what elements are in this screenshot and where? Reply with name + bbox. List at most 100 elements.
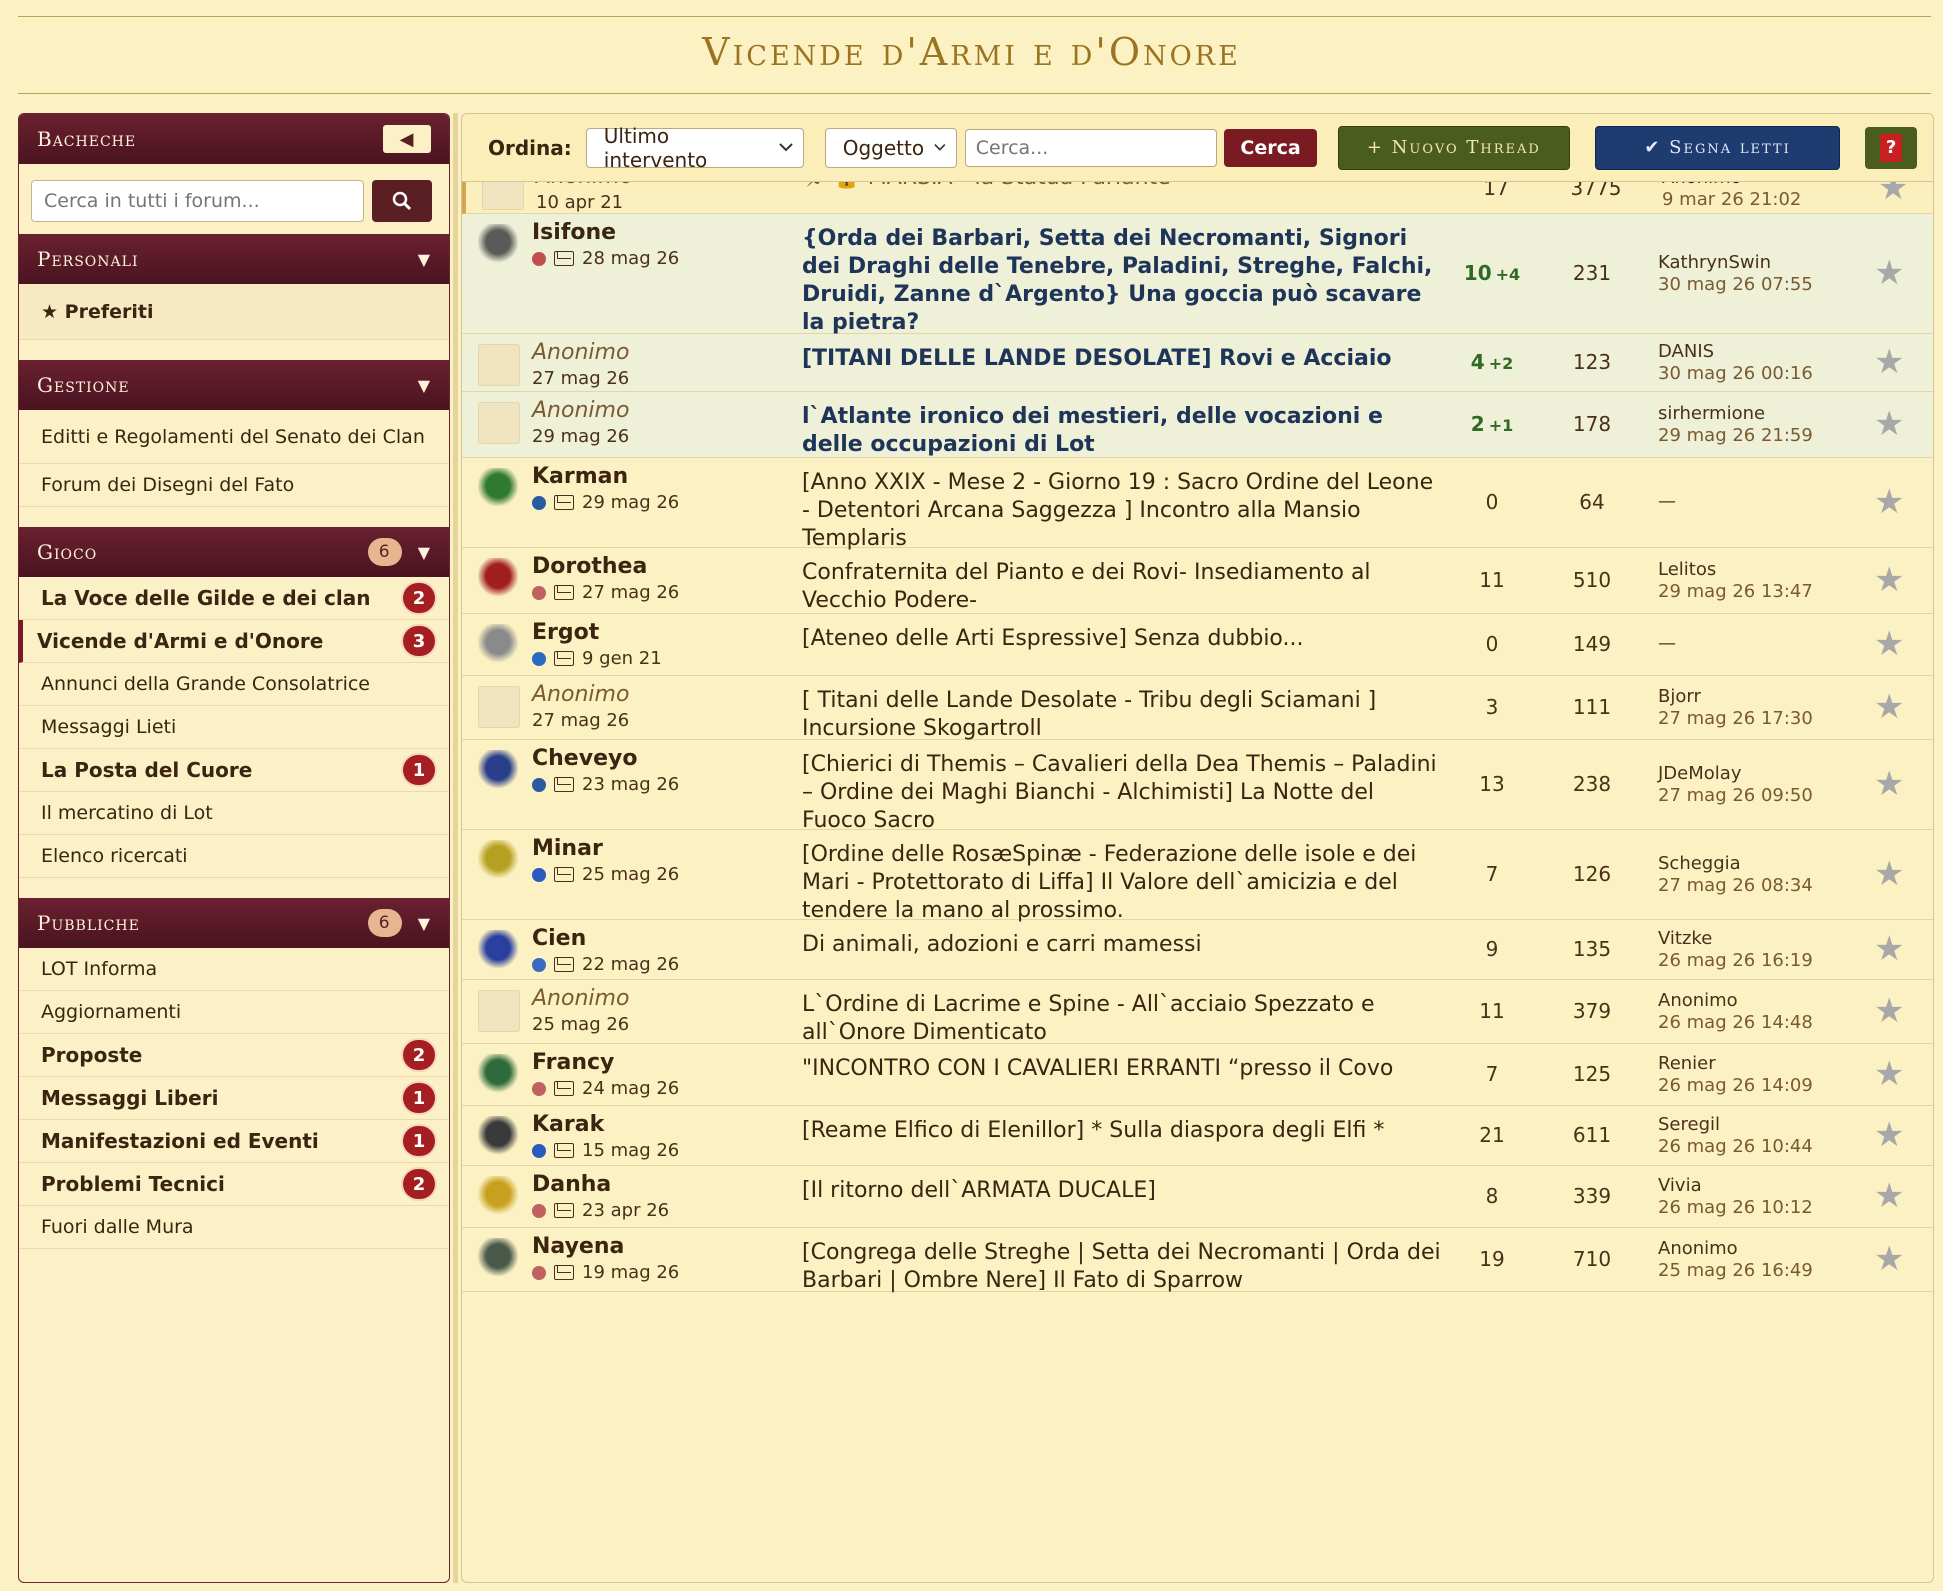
thread-title[interactable]: "INCONTRO CON I CAVALIERI ERRANTI “press… <box>802 1055 1442 1083</box>
thread-row[interactable]: Anonimo 25 mag 26 L`Ordine di Lacrime e Sp… <box>462 980 1933 1045</box>
last-post-user[interactable]: DANIS <box>1658 341 1813 363</box>
thread-author[interactable]: Isifone <box>532 220 616 245</box>
user-avatar[interactable] <box>478 1116 518 1156</box>
mail-icon[interactable] <box>554 585 574 600</box>
thread-title[interactable]: [Reame Elfico di Elenillor] * Sulla dias… <box>802 1117 1442 1145</box>
thread-title[interactable]: [Congrega delle Streghe | Setta dei Necr… <box>802 1239 1442 1295</box>
thread-title[interactable]: [Il ritorno dell`ARMATA DUCALE] <box>802 1177 1442 1205</box>
thread-title[interactable]: [ Titani delle Lande Desolate - Tribu de… <box>802 687 1442 743</box>
favorite-star-icon[interactable]: ★ <box>1874 624 1904 664</box>
collapse-sidebar-button[interactable]: ◀ <box>383 125 431 153</box>
sidebar-item[interactable]: Manifestazioni ed Eventi 1 <box>19 1120 449 1163</box>
user-avatar[interactable] <box>478 224 518 264</box>
sidebar-item[interactable]: Vicende d'Armi e d'Onore 3 <box>19 620 449 663</box>
mail-icon[interactable] <box>554 251 574 266</box>
forum-search-input[interactable] <box>31 180 364 222</box>
last-post-user[interactable]: — <box>1658 491 1676 513</box>
last-post-user[interactable]: Anonimo <box>1662 182 1801 189</box>
last-post-user[interactable]: JDeMolay <box>1658 763 1813 785</box>
user-avatar[interactable] <box>478 1176 518 1216</box>
favorite-star-icon[interactable]: ★ <box>1874 342 1904 382</box>
favorite-star-icon[interactable]: ★ <box>1874 687 1904 727</box>
favorite-star-icon[interactable]: ★ <box>1874 1176 1904 1216</box>
thread-row[interactable]: Anonimo 10 apr 21 🖈 🔒 MARSIA - la Statua P… <box>462 182 1933 214</box>
favorite-star-icon[interactable]: ★ <box>1874 929 1904 969</box>
favorite-star-icon[interactable]: ★ <box>1874 560 1904 600</box>
thread-row[interactable]: Anonimo 27 mag 26 [ Titani delle Lande Des… <box>462 676 1933 743</box>
thread-row[interactable]: Dorothea 27 mag 26 Confraternita del Piant… <box>462 548 1933 614</box>
thread-author[interactable]: Nayena <box>532 1234 624 1259</box>
user-avatar[interactable] <box>478 930 518 970</box>
section-gioco[interactable]: Gioco 6 ▼ <box>19 527 449 577</box>
thread-row[interactable]: Cheveyo 23 mag 26 [Chierici di Themis – Ca… <box>462 740 1933 833</box>
section-pubbliche[interactable]: Pubbliche 6 ▼ <box>19 898 449 948</box>
favorite-star-icon[interactable]: ★ <box>1874 854 1904 894</box>
user-avatar[interactable] <box>478 1054 518 1094</box>
thread-search-input[interactable] <box>964 128 1217 167</box>
sidebar-item[interactable]: Aggiornamenti <box>19 991 449 1034</box>
field-select[interactable]: Oggetto <box>824 127 957 168</box>
thread-row[interactable]: Cien 22 mag 26 Di animali, adozioni e carr… <box>462 920 1933 980</box>
favorite-star-icon[interactable]: ★ <box>1874 1054 1904 1094</box>
last-post-user[interactable]: sirhermione <box>1658 403 1813 425</box>
section-personali[interactable]: Personali ▼ <box>19 234 449 284</box>
sidebar-item[interactable]: Proposte 2 <box>19 1034 449 1077</box>
thread-title[interactable]: {Orda dei Barbari, Setta dei Necromanti,… <box>802 225 1442 337</box>
sidebar-item[interactable]: LOT Informa <box>19 948 449 991</box>
user-avatar[interactable] <box>478 840 518 880</box>
thread-title[interactable]: [Anno XXIX - Mese 2 - Giorno 19 : Sacro … <box>802 469 1442 553</box>
mail-icon[interactable] <box>554 651 574 666</box>
last-post-user[interactable]: Anonimo <box>1658 990 1813 1012</box>
thread-row[interactable]: Karman 29 mag 26 [Anno XXIX - Mese 2 - Gio… <box>462 458 1933 551</box>
thread-author[interactable]: Karak <box>532 1112 604 1137</box>
thread-author[interactable]: Ergot <box>532 620 599 645</box>
thread-title[interactable]: [Chierici di Themis – Cavalieri della De… <box>802 751 1442 835</box>
favorite-star-icon[interactable]: ★ <box>1874 764 1904 804</box>
sidebar-item[interactable]: Problemi Tecnici 2 <box>19 1163 449 1206</box>
last-post-user[interactable]: Vivia <box>1658 1175 1813 1197</box>
thread-title[interactable]: [Ordine delle RosæSpinæ - Federazione de… <box>802 841 1442 925</box>
thread-row[interactable]: Minar 25 mag 26 [Ordine delle RosæSpinæ - … <box>462 830 1933 923</box>
favorite-star-icon[interactable]: ★ <box>1878 182 1908 208</box>
sidebar-item[interactable]: Il mercatino di Lot <box>19 792 449 835</box>
mail-icon[interactable] <box>554 957 574 972</box>
favorite-star-icon[interactable]: ★ <box>1874 253 1904 293</box>
mail-icon[interactable] <box>554 1081 574 1096</box>
thread-row[interactable]: Anonimo 29 mag 26 l`Atlante ironico dei me… <box>462 392 1933 458</box>
mail-icon[interactable] <box>554 495 574 510</box>
thread-author[interactable]: Minar <box>532 836 603 861</box>
sidebar-item[interactable]: La Voce delle Gilde e dei clan 2 <box>19 577 449 620</box>
last-post-user[interactable]: — <box>1658 633 1676 655</box>
user-avatar[interactable] <box>478 558 518 598</box>
sidebar-item[interactable]: Elenco ricercati <box>19 835 449 878</box>
last-post-user[interactable]: Anonimo <box>1658 1238 1813 1260</box>
last-post-user[interactable]: Lelitos <box>1658 559 1813 581</box>
thread-row[interactable]: Francy 24 mag 26 "INCONTRO CON I CAVALIERI… <box>462 1044 1933 1106</box>
sidebar-item-editti[interactable]: Editti e Regolamenti del Senato dei Clan <box>19 410 449 464</box>
new-thread-button[interactable]: + Nuovo Thread <box>1337 125 1570 170</box>
favorite-star-icon[interactable]: ★ <box>1874 404 1904 444</box>
thread-search-button[interactable]: Cerca <box>1224 128 1317 167</box>
sidebar-item-preferiti[interactable]: ★ Preferiti <box>19 284 449 340</box>
favorite-star-icon[interactable]: ★ <box>1874 1115 1904 1155</box>
thread-row[interactable]: Anonimo 27 mag 26 [TITANI DELLE LANDE DESO… <box>462 334 1933 392</box>
favorite-star-icon[interactable]: ★ <box>1874 482 1904 522</box>
thread-row[interactable]: Danha 23 apr 26 [Il ritorno dell`ARMATA DU… <box>462 1166 1933 1228</box>
last-post-user[interactable]: Scheggia <box>1658 853 1813 875</box>
thread-row[interactable]: Nayena 19 mag 26 [Congrega delle Streghe |… <box>462 1228 1933 1295</box>
forum-search-button[interactable] <box>372 180 432 222</box>
thread-author[interactable]: Francy <box>532 1050 614 1075</box>
thread-title[interactable]: 🖈 🔒 MARSIA - la Statua Parlante <box>806 182 1446 192</box>
mail-icon[interactable] <box>554 777 574 792</box>
thread-title[interactable]: l`Atlante ironico dei mestieri, delle vo… <box>802 403 1442 459</box>
sidebar-item[interactable]: Messaggi Lieti <box>19 706 449 749</box>
user-avatar[interactable] <box>478 468 518 508</box>
thread-author[interactable]: Danha <box>532 1172 611 1197</box>
sidebar-item[interactable]: La Posta del Cuore 1 <box>19 749 449 792</box>
sidebar-resize-handle[interactable] <box>453 113 458 1583</box>
thread-author[interactable]: Dorothea <box>532 554 647 579</box>
thread-title[interactable]: [Ateneo delle Arti Espressive] Senza dub… <box>802 625 1442 653</box>
mail-icon[interactable] <box>554 867 574 882</box>
last-post-user[interactable]: Bjorr <box>1658 686 1813 708</box>
last-post-user[interactable]: Renier <box>1658 1053 1813 1075</box>
